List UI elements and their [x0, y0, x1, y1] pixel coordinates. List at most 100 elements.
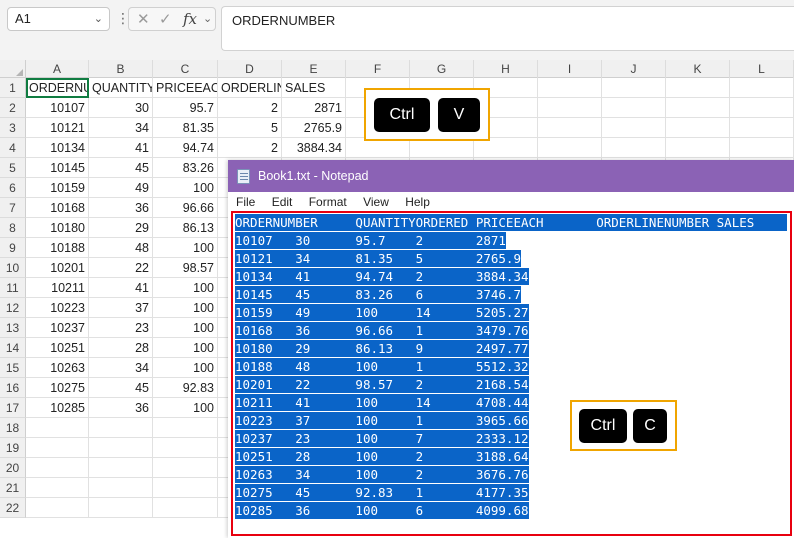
sheet-cell[interactable]: 10285: [26, 398, 89, 418]
row-header[interactable]: 22: [0, 498, 26, 518]
sheet-cell[interactable]: [730, 78, 794, 98]
sheet-cell[interactable]: 48: [89, 238, 153, 258]
sheet-cell[interactable]: [602, 118, 666, 138]
row-header[interactable]: 15: [0, 358, 26, 378]
row-header[interactable]: 12: [0, 298, 26, 318]
sheet-cell[interactable]: 10134: [26, 138, 89, 158]
sheet-cell[interactable]: 36: [89, 198, 153, 218]
sheet-cell[interactable]: 100: [153, 238, 218, 258]
sheet-cell[interactable]: ORDERLINENUMBER: [218, 78, 282, 98]
sheet-cell[interactable]: 100: [153, 398, 218, 418]
sheet-cell[interactable]: 100: [153, 358, 218, 378]
row-header[interactable]: 7: [0, 198, 26, 218]
sheet-cell[interactable]: [153, 498, 218, 518]
sheet-cell[interactable]: 100: [153, 178, 218, 198]
sheet-cell[interactable]: 29: [89, 218, 153, 238]
chevron-down-icon[interactable]: ⌄: [203, 12, 212, 25]
name-box[interactable]: A1 ⌄: [7, 7, 110, 31]
insert-function-icon[interactable]: fx: [183, 10, 197, 28]
sheet-cell[interactable]: 92.83: [153, 378, 218, 398]
sheet-cell[interactable]: 98.57: [153, 258, 218, 278]
cancel-icon[interactable]: ✕: [137, 10, 150, 28]
menu-view[interactable]: View: [363, 195, 389, 209]
sheet-cell[interactable]: 10275: [26, 378, 89, 398]
sheet-cell[interactable]: [89, 458, 153, 478]
row-header[interactable]: 6: [0, 178, 26, 198]
sheet-cell[interactable]: PRICEEACH: [153, 78, 218, 98]
column-header[interactable]: B: [89, 60, 153, 78]
sheet-cell[interactable]: [730, 98, 794, 118]
sheet-cell[interactable]: [89, 498, 153, 518]
sheet-cell[interactable]: [89, 418, 153, 438]
sheet-cell[interactable]: [730, 138, 794, 158]
sheet-cell[interactable]: 83.26: [153, 158, 218, 178]
notepad-title-bar[interactable]: Book1.txt - Notepad: [228, 160, 794, 192]
sheet-cell[interactable]: 94.74: [153, 138, 218, 158]
sheet-cell[interactable]: [153, 438, 218, 458]
sheet-cell[interactable]: 2: [218, 138, 282, 158]
sheet-cell[interactable]: 10263: [26, 358, 89, 378]
sheet-cell[interactable]: 86.13: [153, 218, 218, 238]
sheet-cell[interactable]: [602, 78, 666, 98]
row-header[interactable]: 20: [0, 458, 26, 478]
column-header[interactable]: F: [346, 60, 410, 78]
sheet-cell[interactable]: 5: [218, 118, 282, 138]
sheet-cell[interactable]: [410, 138, 474, 158]
row-header[interactable]: 2: [0, 98, 26, 118]
column-header[interactable]: E: [282, 60, 346, 78]
column-header[interactable]: H: [474, 60, 538, 78]
sheet-cell[interactable]: 34: [89, 358, 153, 378]
menu-file[interactable]: File: [236, 195, 255, 209]
sheet-cell[interactable]: 10251: [26, 338, 89, 358]
row-header[interactable]: 4: [0, 138, 26, 158]
sheet-cell[interactable]: [89, 438, 153, 458]
column-header[interactable]: K: [666, 60, 730, 78]
sheet-cell[interactable]: 10201: [26, 258, 89, 278]
sheet-cell[interactable]: 10121: [26, 118, 89, 138]
row-header[interactable]: 8: [0, 218, 26, 238]
sheet-cell[interactable]: 30: [89, 98, 153, 118]
enter-icon[interactable]: ✓: [159, 10, 172, 28]
sheet-cell[interactable]: 10237: [26, 318, 89, 338]
sheet-cell[interactable]: [666, 118, 730, 138]
sheet-cell[interactable]: 45: [89, 378, 153, 398]
sheet-cell[interactable]: [346, 138, 410, 158]
sheet-cell[interactable]: 100: [153, 278, 218, 298]
sheet-cell[interactable]: 10145: [26, 158, 89, 178]
sheet-cell[interactable]: 10159: [26, 178, 89, 198]
sheet-cell[interactable]: [538, 118, 602, 138]
row-header[interactable]: 13: [0, 318, 26, 338]
sheet-cell[interactable]: 10211: [26, 278, 89, 298]
column-header[interactable]: I: [538, 60, 602, 78]
sheet-cell[interactable]: 81.35: [153, 118, 218, 138]
formula-input[interactable]: ORDERNUMBER: [221, 6, 794, 51]
sheet-cell[interactable]: QUANTITYORDERED: [89, 78, 153, 98]
row-header[interactable]: 1: [0, 78, 26, 98]
notepad-text-area[interactable]: ORDERNUMBER QUANTITYORDERED PRICEEACH OR…: [231, 211, 792, 536]
row-header[interactable]: 9: [0, 238, 26, 258]
sheet-cell[interactable]: [89, 478, 153, 498]
row-header[interactable]: 16: [0, 378, 26, 398]
sheet-cell[interactable]: [538, 78, 602, 98]
menu-edit[interactable]: Edit: [272, 195, 293, 209]
sheet-cell[interactable]: [474, 138, 538, 158]
sheet-cell[interactable]: ORDERNUMBER: [26, 78, 89, 98]
row-header[interactable]: 5: [0, 158, 26, 178]
sheet-cell[interactable]: [26, 458, 89, 478]
sheet-cell[interactable]: [666, 98, 730, 118]
select-all-corner[interactable]: [0, 60, 26, 78]
row-header[interactable]: 18: [0, 418, 26, 438]
row-header[interactable]: 19: [0, 438, 26, 458]
sheet-cell[interactable]: [666, 78, 730, 98]
sheet-cell[interactable]: 100: [153, 338, 218, 358]
sheet-cell[interactable]: 10180: [26, 218, 89, 238]
sheet-cell[interactable]: 100: [153, 298, 218, 318]
sheet-cell[interactable]: [153, 478, 218, 498]
sheet-cell[interactable]: [538, 138, 602, 158]
sheet-cell[interactable]: [26, 478, 89, 498]
sheet-cell[interactable]: 2: [218, 98, 282, 118]
sheet-cell[interactable]: 34: [89, 118, 153, 138]
sheet-cell[interactable]: 10188: [26, 238, 89, 258]
sheet-cell[interactable]: [666, 138, 730, 158]
sheet-cell[interactable]: [26, 418, 89, 438]
